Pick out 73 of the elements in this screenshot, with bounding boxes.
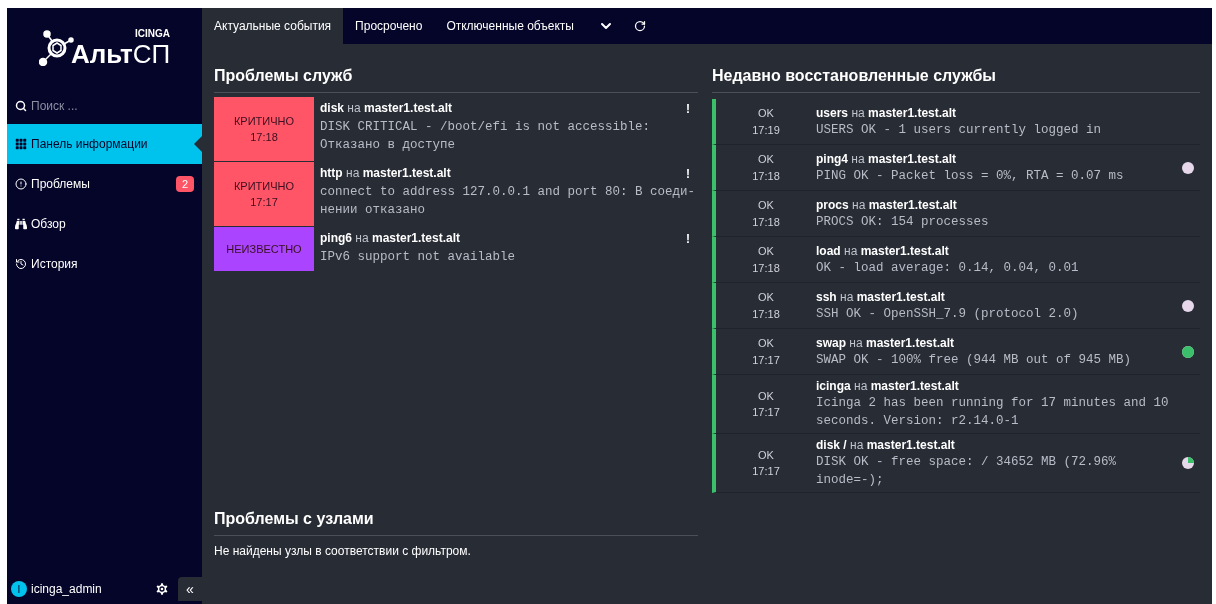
tab[interactable]: Просрочено [343, 8, 435, 44]
sidebar-item[interactable]: История [7, 244, 202, 284]
pie-chart-icon [1182, 299, 1194, 312]
state-badge: КРИТИЧНО 17:17 [214, 162, 314, 226]
refresh-icon[interactable] [633, 20, 646, 32]
plugin-output: PROCS OK: 154 processes [816, 213, 990, 231]
search-icon [15, 100, 27, 112]
count-badge: 2 [175, 175, 194, 193]
service-title[interactable]: ssh на master1.test.alt [816, 288, 1176, 305]
service-title[interactable]: ping4 на master1.test.alt [816, 150, 1176, 167]
empty-message: Не найдены узлы в соответствии с фильтром. [214, 543, 472, 560]
state-time: OK 17:17 [751, 336, 781, 368]
pie-chart-icon [1182, 457, 1194, 469]
state-badge: КРИТИЧНО 17:18 [214, 97, 314, 161]
service-title[interactable]: load на master1.test.alt [816, 242, 1176, 259]
sidebar-item[interactable]: Панель информации [7, 124, 202, 164]
service-title[interactable]: procs на master1.test.alt [816, 196, 1176, 213]
service-title[interactable]: swap на master1.test.alt [816, 334, 1176, 351]
plugin-output: SWAP OK - 100% free (944 MB out of 945 MB) [816, 351, 1133, 369]
state-time: OK 17:18 [751, 198, 781, 230]
plugin-output: SSH OK - OpenSSH_7.9 (protocol 2.0) [816, 305, 1080, 323]
recovered-row[interactable]: OK 17:17 disk / на master1.test.alt DISK OK - free space: / 34652 MB (72.96% inode=-); [712, 434, 1200, 493]
recovered-row[interactable]: OK 17:18 load на master1.test.alt OK - load average: 0.14, 0.04, 0.01 [712, 237, 1200, 283]
state-time: OK 17:17 [751, 447, 781, 479]
recovered-row[interactable]: OK 17:18 procs на master1.test.alt PROCS OK: 154 processes [712, 191, 1200, 237]
plugin-output: USERS OK - 1 users currently logged in [816, 121, 1103, 139]
binoculars-icon [15, 218, 27, 230]
section-title: Недавно восстановленные службы [712, 64, 1200, 93]
tab[interactable]: Отключенные объекты [434, 8, 586, 44]
grid-icon [15, 138, 27, 150]
sidebar-item[interactable]: Проблемы 2 [7, 164, 202, 204]
plugin-output: IPv6 support not available [320, 249, 517, 266]
section-title: Проблемы служб [214, 64, 698, 93]
plugin-output: OK - load average: 0.14, 0.04, 0.01 [816, 259, 1080, 277]
brand-text: ICINGA [135, 28, 171, 40]
state-time: OK 17:18 [751, 244, 781, 276]
search-field[interactable]: Поиск ... [31, 97, 181, 115]
flag-mark: ! [686, 231, 691, 248]
service-title[interactable]: users на master1.test.alt [816, 104, 1176, 121]
service-title[interactable]: icinga на master1.test.alt [816, 378, 1176, 394]
alert-icon [15, 178, 27, 190]
collapse-button[interactable]: « [178, 577, 202, 601]
flag-mark: ! [686, 101, 691, 118]
flag-mark: ! [686, 166, 691, 183]
tab[interactable]: Актуальные события [202, 8, 344, 44]
recovered-row[interactable]: OK 17:19 users на master1.test.alt USERS OK - 1 users currently logged in [712, 99, 1200, 145]
plugin-output: connect to address 127.0.0.1 and port 80: В соеди-нении отказано [320, 184, 697, 219]
pie-chart-icon [1182, 161, 1194, 174]
product-name: АльтСП [70, 40, 171, 68]
sidebar-item[interactable]: Обзор [7, 204, 202, 244]
plugin-output: DISK OK - free space: / 34652 MB (72.96% inode=-); [816, 454, 1118, 489]
user-name[interactable]: icinga_admin [31, 580, 154, 598]
state-time: OK 17:18 [751, 152, 781, 184]
history-icon [15, 258, 27, 270]
state-time: OK 17:17 [751, 388, 781, 420]
pie-chart-icon [1182, 345, 1194, 358]
section-title: Проблемы с узлами [214, 507, 698, 536]
state-badge: НЕИЗВЕСТНО [214, 227, 314, 271]
service-title[interactable]: ping6 на master1.test.alt [320, 230, 461, 248]
state-time: OK 17:18 [751, 290, 781, 322]
recovered-row[interactable]: OK 17:18 ping4 на master1.test.alt PING OK - Packet loss = 0%, RTA = 0.07 ms [712, 145, 1200, 191]
recovered-row[interactable]: OK 17:17 icinga на master1.test.alt Icinga 2 has been running for 17 minutes and 10 seconds. Version: r2.14.0-1 [712, 375, 1200, 434]
plugin-output: PING OK - Packet loss = 0%, RTA = 0.07 ms [816, 167, 1125, 185]
service-title[interactable]: disk / на master1.test.alt [816, 437, 1176, 453]
service-title[interactable]: http на master1.test.alt [320, 165, 451, 183]
recovered-row[interactable]: OK 17:18 ssh на master1.test.alt SSH OK - OpenSSH_7.9 (protocol 2.0) [712, 283, 1200, 329]
state-time: OK 17:19 [751, 106, 781, 138]
settings-icon[interactable] [154, 581, 170, 597]
recovered-row[interactable]: OK 17:17 swap на master1.test.alt SWAP OK - 100% free (944 MB out of 945 MB) [712, 329, 1200, 375]
plugin-output: Icinga 2 has been running for 17 minutes and 10 seconds. Version: r2.14.0-1 [816, 395, 1170, 430]
plugin-output: DISK CRITICAL - /boot/efi is not accessible: Отказано в доступе [320, 119, 652, 154]
user-avatar[interactable]: I [11, 581, 27, 597]
service-title[interactable]: disk на master1.test.alt [320, 100, 453, 118]
